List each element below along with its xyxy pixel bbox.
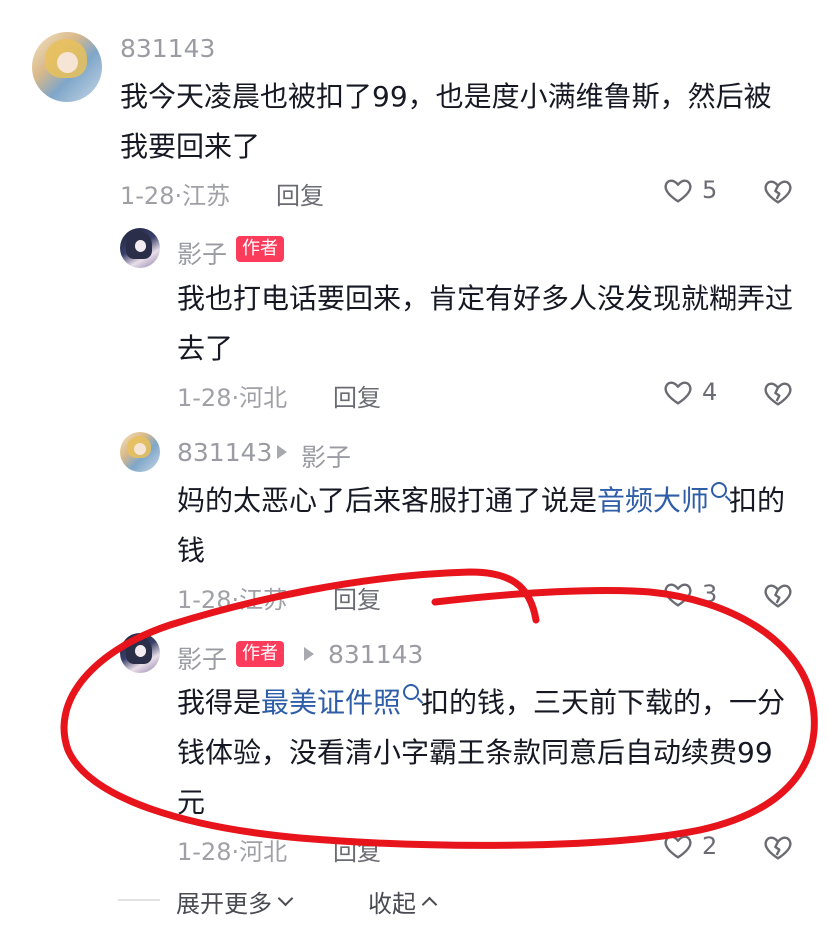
comment-date-location: 1-28·河北	[177, 838, 288, 866]
comment-username[interactable]: 影子	[177, 235, 227, 271]
search-link[interactable]: 最美证件照	[261, 684, 421, 719]
heart-icon	[664, 835, 692, 859]
like-button[interactable]: 4	[662, 376, 717, 408]
reply-button[interactable]: 回复	[333, 580, 381, 615]
comment-text: 我也打电话要回来，肯定有好多人没发现就糊弄过去了	[177, 282, 794, 365]
reply-to-username[interactable]: 影子	[301, 438, 351, 474]
comment-date-location: 1-28·河北	[177, 384, 288, 412]
comment-text: 妈的太恶心了后来客服打通了说是音频大师 扣的钱	[177, 476, 797, 576]
avatar[interactable]	[32, 32, 102, 102]
reply-arrow-icon	[277, 445, 287, 459]
expand-more-label: 展开更多	[176, 890, 272, 918]
broken-heart-icon[interactable]	[762, 579, 794, 611]
comment-username[interactable]: 影子	[177, 640, 227, 676]
broken-heart-icon[interactable]	[762, 175, 794, 207]
avatar[interactable]	[120, 432, 160, 472]
search-icon	[403, 684, 420, 700]
comment-text: 我今天凌晨也被扣了99，也是度小满维鲁斯，然后被我要回来了	[120, 80, 772, 163]
comment-username[interactable]: 831143	[177, 438, 272, 467]
reply-button[interactable]: 回复	[333, 832, 381, 867]
chevron-up-icon	[421, 896, 438, 913]
text-segment: 妈的太恶心了后来客服打通了说是	[177, 484, 598, 517]
heart-icon	[664, 583, 692, 607]
search-icon	[711, 482, 728, 498]
text-segment: 我得是	[177, 686, 262, 719]
like-count: 5	[702, 176, 718, 204]
reply-to-username[interactable]: 831143	[328, 640, 423, 669]
comment-username[interactable]: 831143	[120, 34, 215, 63]
collapse-label: 收起	[368, 890, 416, 918]
avatar[interactable]	[120, 228, 160, 268]
expand-more-button[interactable]: 展开更多	[176, 884, 294, 919]
comment-date-location: 1-28·江苏	[120, 182, 231, 210]
heart-icon	[664, 179, 692, 203]
collapse-button[interactable]: 收起	[368, 884, 438, 919]
broken-heart-icon[interactable]	[762, 831, 794, 863]
broken-heart-icon[interactable]	[762, 377, 794, 409]
reply-arrow-icon	[304, 647, 314, 661]
reply-button[interactable]: 回复	[333, 378, 381, 413]
search-link[interactable]: 音频大师	[597, 482, 729, 517]
search-link-label: 音频大师	[597, 484, 710, 517]
comment-text: 我得是最美证件照 扣的钱，三天前下载的，一分钱体验，没看清小字霸王条款同意后自动续…	[177, 678, 797, 828]
footer-divider	[118, 899, 160, 901]
reply-button[interactable]: 回复	[276, 176, 324, 211]
like-count: 2	[702, 832, 718, 860]
search-link-label: 最美证件照	[261, 686, 402, 719]
like-count: 4	[702, 378, 718, 406]
avatar[interactable]	[120, 633, 160, 673]
like-button[interactable]: 5	[662, 174, 717, 206]
chevron-down-icon	[277, 890, 294, 907]
heart-icon	[664, 381, 692, 405]
like-button[interactable]: 3	[662, 578, 717, 610]
author-badge: 作者	[236, 236, 284, 262]
like-count: 3	[702, 580, 718, 608]
comment-date-location: 1-28·江苏	[177, 586, 288, 614]
like-button[interactable]: 2	[662, 830, 717, 862]
author-badge: 作者	[236, 641, 284, 667]
